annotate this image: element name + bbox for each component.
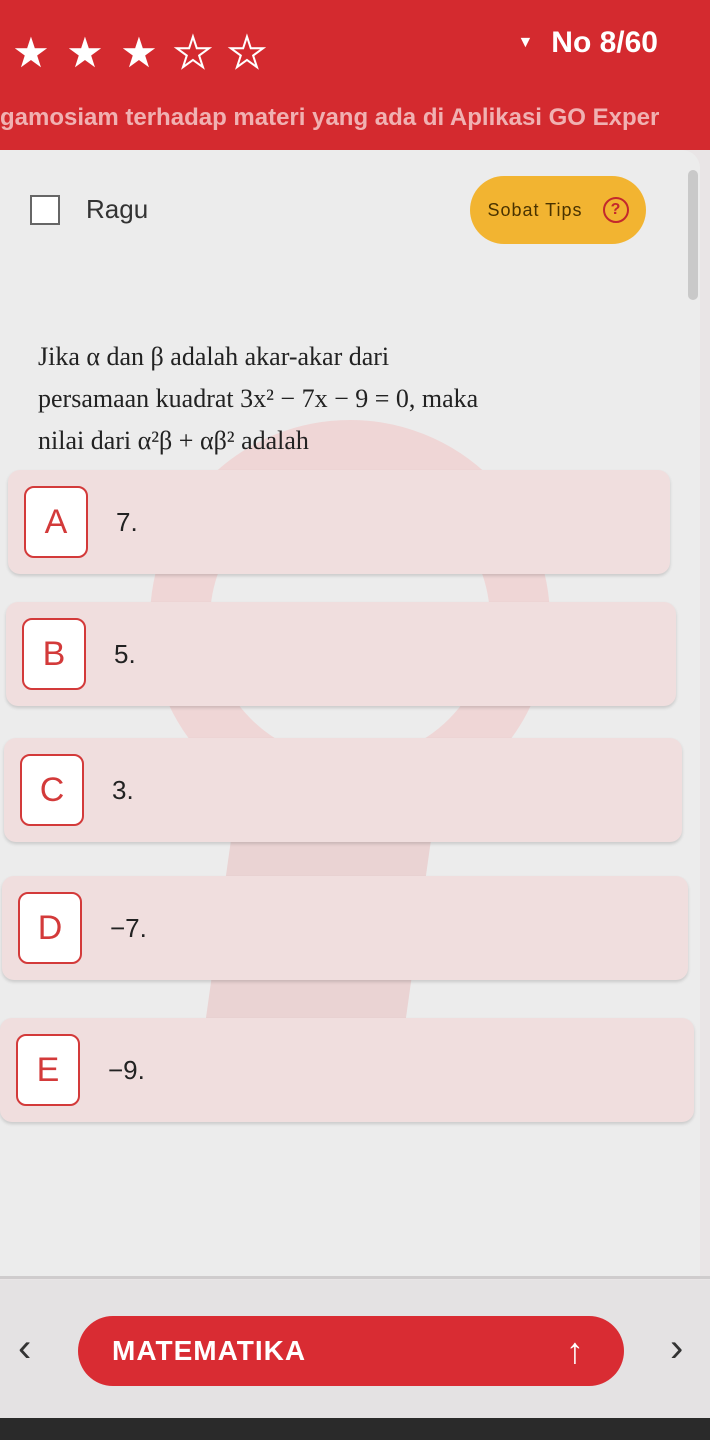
- ragu-toggle[interactable]: Ragu: [30, 194, 148, 225]
- ragu-label: Ragu: [86, 194, 149, 224]
- option-text: 5.: [114, 638, 136, 669]
- sobat-tips-button[interactable]: Sobat Tips ?: [470, 176, 646, 244]
- option-letter: A: [24, 486, 88, 558]
- chevron-down-icon: ▼: [517, 34, 534, 51]
- arrow-up-icon[interactable]: ↑: [566, 1330, 584, 1372]
- star-filled-icon: ★: [12, 29, 50, 76]
- question-text: Jika α dan β adalah akar-akar dari persa…: [38, 336, 630, 462]
- option-letter: D: [18, 892, 82, 964]
- question-line: Jika α dan β adalah akar-akar dari: [38, 342, 390, 371]
- option-text: −7.: [110, 912, 147, 943]
- option-letter: E: [16, 1034, 80, 1106]
- top-header: ★ ★ ★ ★ ★ ▼ No 8/60 gamosiam terhadap ma…: [0, 0, 710, 150]
- chevron-left-icon[interactable]: ‹: [18, 1326, 31, 1371]
- question-line: persamaan kuadrat 3x² − 7x − 9 = 0, maka: [38, 384, 479, 413]
- star-empty-icon: ★: [173, 29, 213, 77]
- option-text: −9.: [108, 1054, 145, 1085]
- tips-label: Sobat Tips: [487, 199, 583, 220]
- option-c[interactable]: C 3.: [4, 738, 682, 842]
- device-bottom-edge: [0, 1418, 710, 1440]
- ragu-checkbox[interactable]: [30, 194, 60, 225]
- scrollbar-thumb[interactable]: [688, 170, 698, 300]
- option-d[interactable]: D −7.: [2, 876, 688, 980]
- question-circle-icon: ?: [602, 197, 629, 223]
- marquee-text: gamosiam terhadap materi yang ada di Apl…: [0, 104, 660, 131]
- footer-divider: [0, 1276, 710, 1279]
- option-e[interactable]: E −9.: [0, 1018, 694, 1122]
- subject-label: MATEMATIKA: [112, 1335, 307, 1366]
- star-filled-icon: ★: [120, 29, 158, 76]
- chevron-right-icon[interactable]: ›: [670, 1326, 683, 1371]
- star-empty-icon: ★: [227, 29, 267, 77]
- subject-button[interactable]: MATEMATIKA ↑: [78, 1316, 624, 1386]
- option-letter: B: [22, 618, 86, 690]
- question-line: nilai dari α²β + αβ² adalah: [38, 426, 309, 455]
- option-letter: C: [20, 754, 84, 826]
- option-text: 3.: [112, 774, 134, 805]
- option-a[interactable]: A 7.: [8, 470, 670, 574]
- question-number-dropdown[interactable]: ▼ No 8/60: [517, 26, 658, 60]
- option-b[interactable]: B 5.: [6, 602, 676, 706]
- question-number: No 8/60: [551, 26, 658, 59]
- star-filled-icon: ★: [66, 29, 104, 76]
- option-text: 7.: [116, 506, 138, 537]
- rating-stars: ★ ★ ★ ★ ★: [8, 29, 270, 77]
